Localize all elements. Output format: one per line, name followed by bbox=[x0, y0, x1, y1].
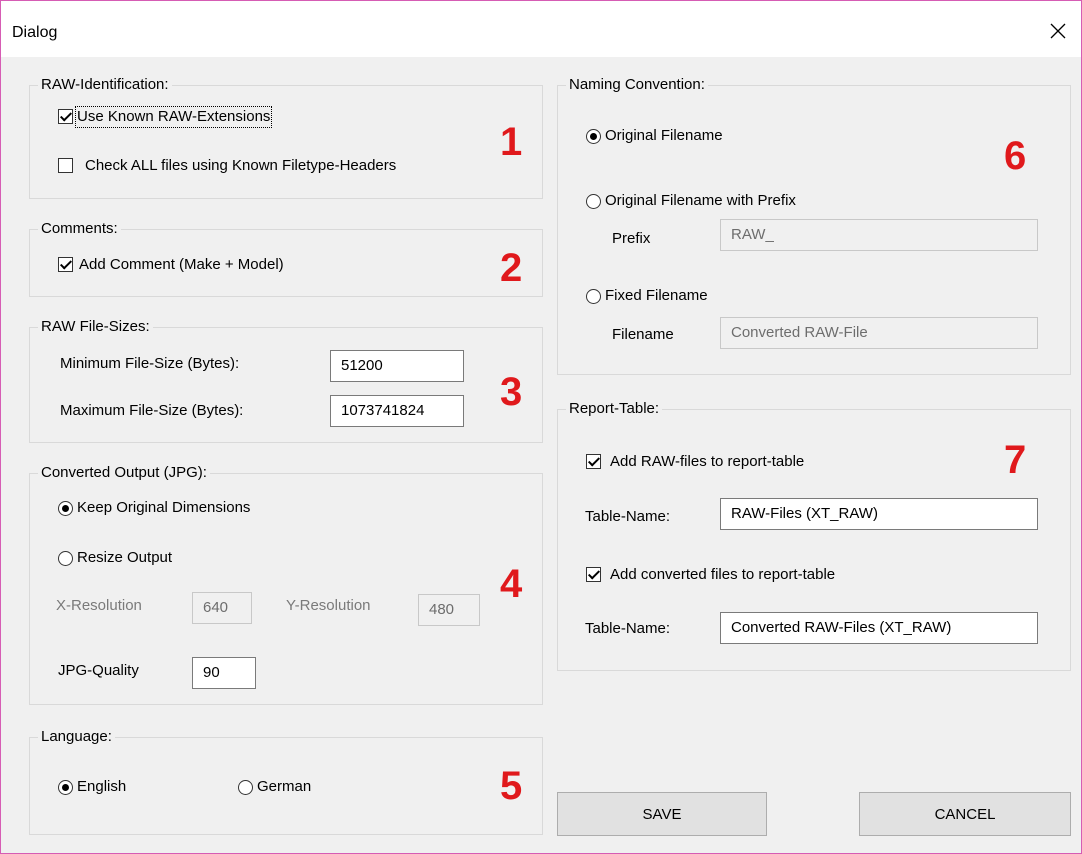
keep-original-radio[interactable] bbox=[58, 501, 73, 516]
add-comment-checkbox[interactable] bbox=[58, 257, 73, 272]
add-comment-label[interactable]: Add Comment (Make + Model) bbox=[79, 256, 284, 274]
resize-output-label[interactable]: Resize Output bbox=[77, 549, 172, 567]
marker-7: 7 bbox=[1004, 438, 1027, 482]
min-size-label: Minimum File-Size (Bytes): bbox=[60, 355, 240, 372]
resize-output-radio[interactable] bbox=[58, 551, 73, 566]
comments-group: Comments: Add Comment (Make + Model) 2 bbox=[29, 220, 543, 297]
filename-with-prefix-radio[interactable] bbox=[586, 194, 601, 209]
close-icon bbox=[1050, 23, 1066, 39]
prefix-label: Prefix bbox=[612, 230, 651, 247]
use-known-extensions-checkbox[interactable] bbox=[58, 109, 73, 124]
check-all-headers-checkbox[interactable] bbox=[58, 158, 73, 173]
prefix-input[interactable]: RAW_ bbox=[720, 219, 1038, 251]
filename-label: Filename bbox=[612, 326, 674, 343]
marker-4: 4 bbox=[500, 562, 523, 606]
add-raw-files-label[interactable]: Add RAW-files to report-table bbox=[610, 453, 804, 471]
converted-output-legend: Converted Output (JPG): bbox=[38, 464, 210, 482]
marker-2: 2 bbox=[500, 246, 523, 290]
close-button[interactable] bbox=[1035, 11, 1081, 51]
english-label[interactable]: English bbox=[77, 778, 126, 796]
raw-identification-legend: RAW-Identification: bbox=[38, 76, 172, 94]
filename-input[interactable]: Converted RAW-File bbox=[720, 317, 1038, 349]
cancel-button[interactable]: CANCEL bbox=[859, 792, 1071, 836]
raw-table-name-input[interactable]: RAW-Files (XT_RAW) bbox=[720, 498, 1038, 530]
check-all-headers-label[interactable]: Check ALL files using Known Filetype-Hea… bbox=[85, 157, 396, 175]
min-size-input[interactable]: 51200 bbox=[330, 350, 464, 382]
comments-legend: Comments: bbox=[38, 220, 121, 238]
original-filename-label[interactable]: Original Filename bbox=[605, 127, 723, 145]
add-converted-files-label[interactable]: Add converted files to report-table bbox=[610, 566, 835, 584]
use-known-extensions-label[interactable]: Use Known RAW-Extensions bbox=[74, 106, 273, 128]
max-size-input[interactable]: 1073741824 bbox=[330, 395, 464, 427]
keep-original-label[interactable]: Keep Original Dimensions bbox=[77, 499, 250, 517]
raw-table-name-label: Table-Name: bbox=[585, 508, 671, 525]
x-resolution-label: X-Resolution bbox=[56, 597, 142, 614]
marker-5: 5 bbox=[500, 764, 523, 808]
fixed-filename-label[interactable]: Fixed Filename bbox=[605, 287, 708, 305]
naming-convention-legend: Naming Convention: bbox=[566, 76, 708, 94]
y-resolution-label: Y-Resolution bbox=[286, 597, 371, 614]
window-title: Dialog bbox=[12, 24, 58, 41]
report-table-legend: Report-Table: bbox=[566, 400, 663, 418]
dialog-window: Dialog RAW-Identification: Use Known RAW… bbox=[0, 0, 1082, 854]
y-resolution-input[interactable]: 480 bbox=[418, 594, 480, 626]
file-sizes-group: RAW File-Sizes: Minimum File-Size (Bytes… bbox=[29, 318, 543, 443]
filename-with-prefix-label[interactable]: Original Filename with Prefix bbox=[605, 192, 796, 210]
file-sizes-legend: RAW File-Sizes: bbox=[38, 318, 153, 336]
german-radio[interactable] bbox=[238, 780, 253, 795]
save-button[interactable]: SAVE bbox=[557, 792, 767, 836]
marker-3: 3 bbox=[500, 370, 523, 414]
converted-table-name-label: Table-Name: bbox=[585, 620, 671, 637]
english-radio[interactable] bbox=[58, 780, 73, 795]
title-bar: Dialog bbox=[1, 1, 1081, 57]
naming-convention-group: Naming Convention: Original Filename Ori… bbox=[557, 76, 1071, 375]
marker-6: 6 bbox=[1004, 134, 1027, 178]
german-label[interactable]: German bbox=[257, 778, 311, 796]
marker-1: 1 bbox=[500, 120, 523, 164]
max-size-label: Maximum File-Size (Bytes): bbox=[60, 402, 244, 419]
original-filename-radio[interactable] bbox=[586, 129, 601, 144]
x-resolution-input[interactable]: 640 bbox=[192, 592, 252, 624]
converted-output-group: Converted Output (JPG): Keep Original Di… bbox=[29, 464, 543, 705]
add-converted-files-checkbox[interactable] bbox=[586, 567, 601, 582]
language-group: Language: English German 5 bbox=[29, 728, 543, 835]
add-raw-files-checkbox[interactable] bbox=[586, 454, 601, 469]
jpg-quality-label: JPG-Quality bbox=[58, 662, 139, 679]
converted-table-name-input[interactable]: Converted RAW-Files (XT_RAW) bbox=[720, 612, 1038, 644]
fixed-filename-radio[interactable] bbox=[586, 289, 601, 304]
jpg-quality-input[interactable]: 90 bbox=[192, 657, 256, 689]
raw-identification-group: RAW-Identification: Use Known RAW-Extens… bbox=[29, 76, 543, 199]
report-table-group: Report-Table: Add RAW-files to report-ta… bbox=[557, 400, 1071, 671]
language-legend: Language: bbox=[38, 728, 115, 746]
